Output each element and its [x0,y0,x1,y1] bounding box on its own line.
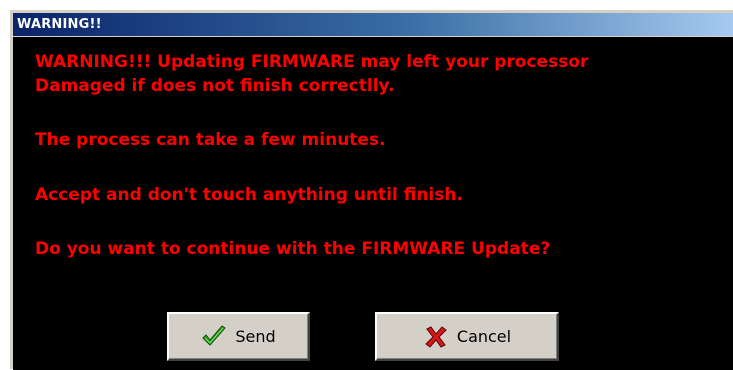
cancel-button[interactable]: Cancel [375,312,559,361]
warning-line-1: WARNING!!! Updating FIRMWARE may left yo… [35,52,589,72]
green-checkmark-icon [201,324,227,349]
accept-instruction-text: Accept and don't touch anything until fi… [35,185,463,205]
process-duration-text: The process can take a few minutes. [35,130,386,150]
continue-question-text: Do you want to continue with the FIRMWAR… [35,239,551,259]
warning-line-2: Damaged if does not finish correctlly. [35,76,395,96]
message-panel: WARNING!!! Updating FIRMWARE may left yo… [13,37,733,370]
red-x-icon [423,325,449,349]
send-button[interactable]: Send [167,312,310,361]
warning-dialog: WARNING!! WARNING!!! Updating FIRMWARE m… [9,9,733,370]
send-button-label: Send [235,327,276,346]
title-bar[interactable]: WARNING!! [13,13,733,36]
cancel-button-label: Cancel [456,327,512,346]
window-title: WARNING!! [17,17,102,32]
